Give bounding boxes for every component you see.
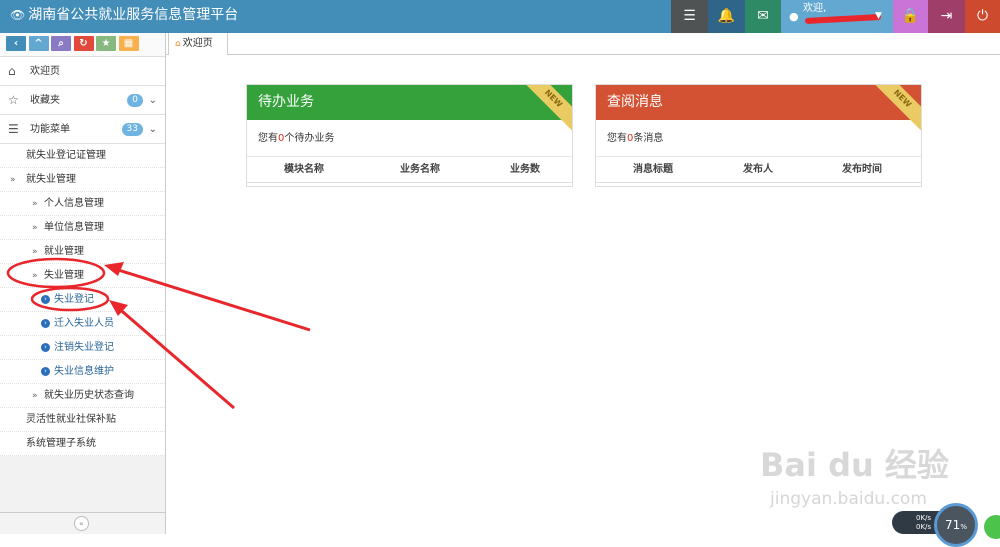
watermark-url: jingyan.baidu.com <box>770 489 927 509</box>
highlight-ellipse <box>6 257 106 289</box>
cpu-gauge[interactable]: 71% <box>934 503 978 547</box>
baidu-watermark: Bai du 经验 <box>760 446 949 484</box>
cpu-value: 71 <box>945 518 961 532</box>
arrowhead <box>104 262 124 276</box>
annotation-arrow <box>115 304 235 410</box>
highlight-ellipse <box>30 286 110 312</box>
annotation-arrow <box>111 266 311 332</box>
status-ball[interactable] <box>984 515 1000 539</box>
cpu-unit: % <box>960 523 967 531</box>
